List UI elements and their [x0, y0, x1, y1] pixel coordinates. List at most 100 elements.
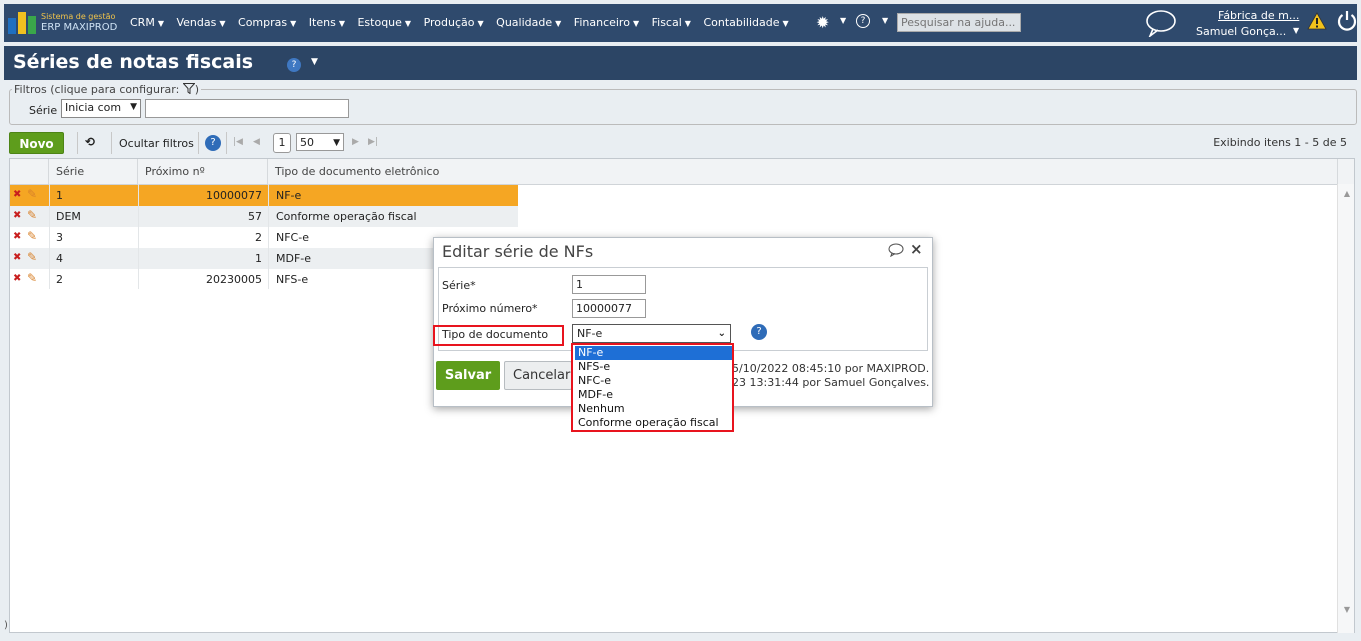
menu-vendas[interactable]: Vendas ▼ [176, 16, 225, 29]
cell-serie: 4 [56, 252, 63, 265]
chevron-down-icon: ▼ [632, 19, 640, 28]
edit-pencil-icon[interactable]: ✎ [27, 187, 37, 201]
chevron-down-icon: ▼ [404, 19, 412, 28]
filter-operator-select[interactable]: Inicia com ▼ [61, 99, 141, 118]
page-header: Séries de notas fiscais ? ▼ [4, 46, 1357, 80]
chevron-down-icon: ▼ [555, 19, 562, 28]
menu-estoque[interactable]: Estoque ▼ [357, 16, 411, 29]
menu-financeiro[interactable]: Financeiro ▼ [574, 16, 639, 29]
hide-filters-button[interactable]: Ocultar filtros [119, 137, 194, 150]
toolbar-divider [226, 132, 227, 154]
grid-scrollbar[interactable] [1337, 184, 1354, 633]
gear-icon[interactable]: ✹ [816, 13, 829, 32]
menu-producao[interactable]: Produção ▼ [424, 16, 484, 29]
first-page-icon[interactable]: |◀ [233, 137, 243, 147]
cell-serie: DEM [56, 210, 81, 223]
menu-itens[interactable]: Itens ▼ [309, 16, 345, 29]
delete-icon[interactable]: ✖ [13, 189, 21, 200]
chevron-down-icon: ⌄ [717, 328, 726, 339]
table-row[interactable]: ✖ ✎ 1 10000077 NF-e [10, 185, 518, 206]
filters-legend[interactable]: Filtros (clique para configurar: ) [12, 83, 202, 96]
option-conforme-operacao-fiscal[interactable]: Conforme operação fiscal [575, 416, 732, 430]
edit-pencil-icon[interactable]: ✎ [27, 250, 37, 264]
column-header-proximo[interactable]: Próximo nº [138, 159, 268, 184]
option-nfs-e[interactable]: NFS-e [575, 360, 732, 374]
column-header-tipo[interactable]: Tipo de documento eletrônico [268, 159, 1338, 184]
chevron-down-icon[interactable]: ▼ [882, 16, 888, 25]
column-divider [138, 184, 139, 289]
chat-icon[interactable] [1145, 9, 1177, 37]
top-navbar: Sistema de gestão ERP MAXIPROD CRM ▼ Vend… [4, 4, 1357, 42]
chevron-down-icon: ▼ [333, 138, 340, 148]
cell-tipo: NFC-e [276, 231, 309, 244]
delete-icon[interactable]: ✖ [13, 231, 21, 242]
user-menu[interactable]: Samuel Gonça... [1196, 25, 1286, 38]
help-icon[interactable]: ? [287, 58, 301, 72]
new-button[interactable]: Novo [9, 132, 64, 154]
help-icon[interactable]: ? [205, 135, 221, 151]
save-button[interactable]: Salvar [436, 361, 500, 390]
power-icon[interactable] [1336, 9, 1358, 31]
table-row[interactable]: ✖ ✎ DEM 57 Conforme operação fiscal [10, 206, 518, 227]
prev-page-icon[interactable]: ◀ [253, 137, 260, 147]
main-menu: CRM ▼ Vendas ▼ Compras ▼ Itens ▼ Estoque ▼ Pr… [130, 16, 798, 29]
cell-proximo: 20230005 [206, 273, 262, 286]
edit-pencil-icon[interactable]: ✎ [27, 208, 37, 222]
filter-value-input[interactable] [145, 99, 349, 118]
brand-line1: Sistema de gestão [41, 12, 116, 21]
refresh-icon[interactable]: ⟲ [85, 135, 95, 149]
cell-serie: 3 [56, 231, 63, 244]
menu-contabilidade[interactable]: Contabilidade ▼ [703, 16, 788, 29]
column-divider [268, 184, 269, 289]
maxiprod-logo[interactable] [8, 12, 36, 34]
warning-icon[interactable] [1307, 12, 1327, 30]
chat-icon[interactable] [888, 243, 904, 257]
menu-crm[interactable]: CRM ▼ [130, 16, 164, 29]
close-icon[interactable]: × [910, 240, 923, 258]
column-header-serie[interactable]: Série [49, 159, 138, 184]
menu-qualidade[interactable]: Qualidade ▼ [496, 16, 561, 29]
last-page-icon[interactable]: ▶| [368, 137, 378, 147]
help-search-input[interactable] [897, 13, 1021, 32]
delete-icon[interactable]: ✖ [13, 252, 21, 263]
serie-input[interactable]: 1 [572, 275, 646, 294]
chevron-down-icon[interactable]: ▼ [1293, 26, 1299, 35]
next-page-icon[interactable]: ▶ [352, 137, 359, 147]
brand[interactable]: Sistema de gestão ERP MAXIPROD [41, 11, 117, 33]
help-icon[interactable]: ? [856, 14, 870, 28]
chevron-down-icon: ▼ [338, 19, 345, 28]
toolbar-divider [198, 132, 199, 154]
company-link[interactable]: Fábrica de m... [1218, 9, 1299, 22]
status-bar: ) [4, 620, 8, 631]
chevron-down-icon: ▼ [157, 19, 164, 28]
option-nfc-e[interactable]: NFC-e [575, 374, 732, 388]
menu-fiscal[interactable]: Fiscal ▼ [652, 16, 691, 29]
delete-icon[interactable]: ✖ [13, 273, 21, 284]
proximo-numero-input[interactable]: 10000077 [572, 299, 646, 318]
scroll-up-icon[interactable]: ▲ [1344, 189, 1350, 198]
edit-pencil-icon[interactable]: ✎ [27, 271, 37, 285]
serie-label: Série* [442, 279, 476, 292]
brand-line2: ERP MAXIPROD [41, 22, 118, 33]
cancel-button[interactable]: Cancelar [504, 361, 572, 390]
cell-serie: 2 [56, 273, 63, 286]
cell-proximo: 2 [255, 231, 262, 244]
edit-pencil-icon[interactable]: ✎ [27, 229, 37, 243]
delete-icon[interactable]: ✖ [13, 210, 21, 221]
cell-tipo: NF-e [276, 189, 302, 202]
chevron-down-icon[interactable]: ▼ [311, 57, 318, 67]
scroll-down-icon[interactable]: ▼ [1344, 605, 1350, 614]
page-number-input[interactable]: 1 [273, 133, 291, 153]
option-nenhum[interactable]: Nenhum [575, 402, 732, 416]
chevron-down-icon[interactable]: ▼ [840, 16, 846, 25]
option-mdf-e[interactable]: MDF-e [575, 388, 732, 402]
help-icon[interactable]: ? [751, 324, 767, 340]
tipo-documento-select[interactable]: NF-e ⌄ [572, 324, 731, 343]
chevron-down-icon: ▼ [684, 19, 691, 28]
page-size-select[interactable]: 50 ▼ [296, 133, 344, 151]
option-nf-e[interactable]: NF-e [575, 346, 732, 360]
filter-icon[interactable] [182, 83, 196, 95]
menu-compras[interactable]: Compras ▼ [238, 16, 296, 29]
items-count: Exibindo itens 1 - 5 de 5 [1213, 136, 1347, 149]
proximo-numero-label: Próximo número* [442, 302, 538, 315]
